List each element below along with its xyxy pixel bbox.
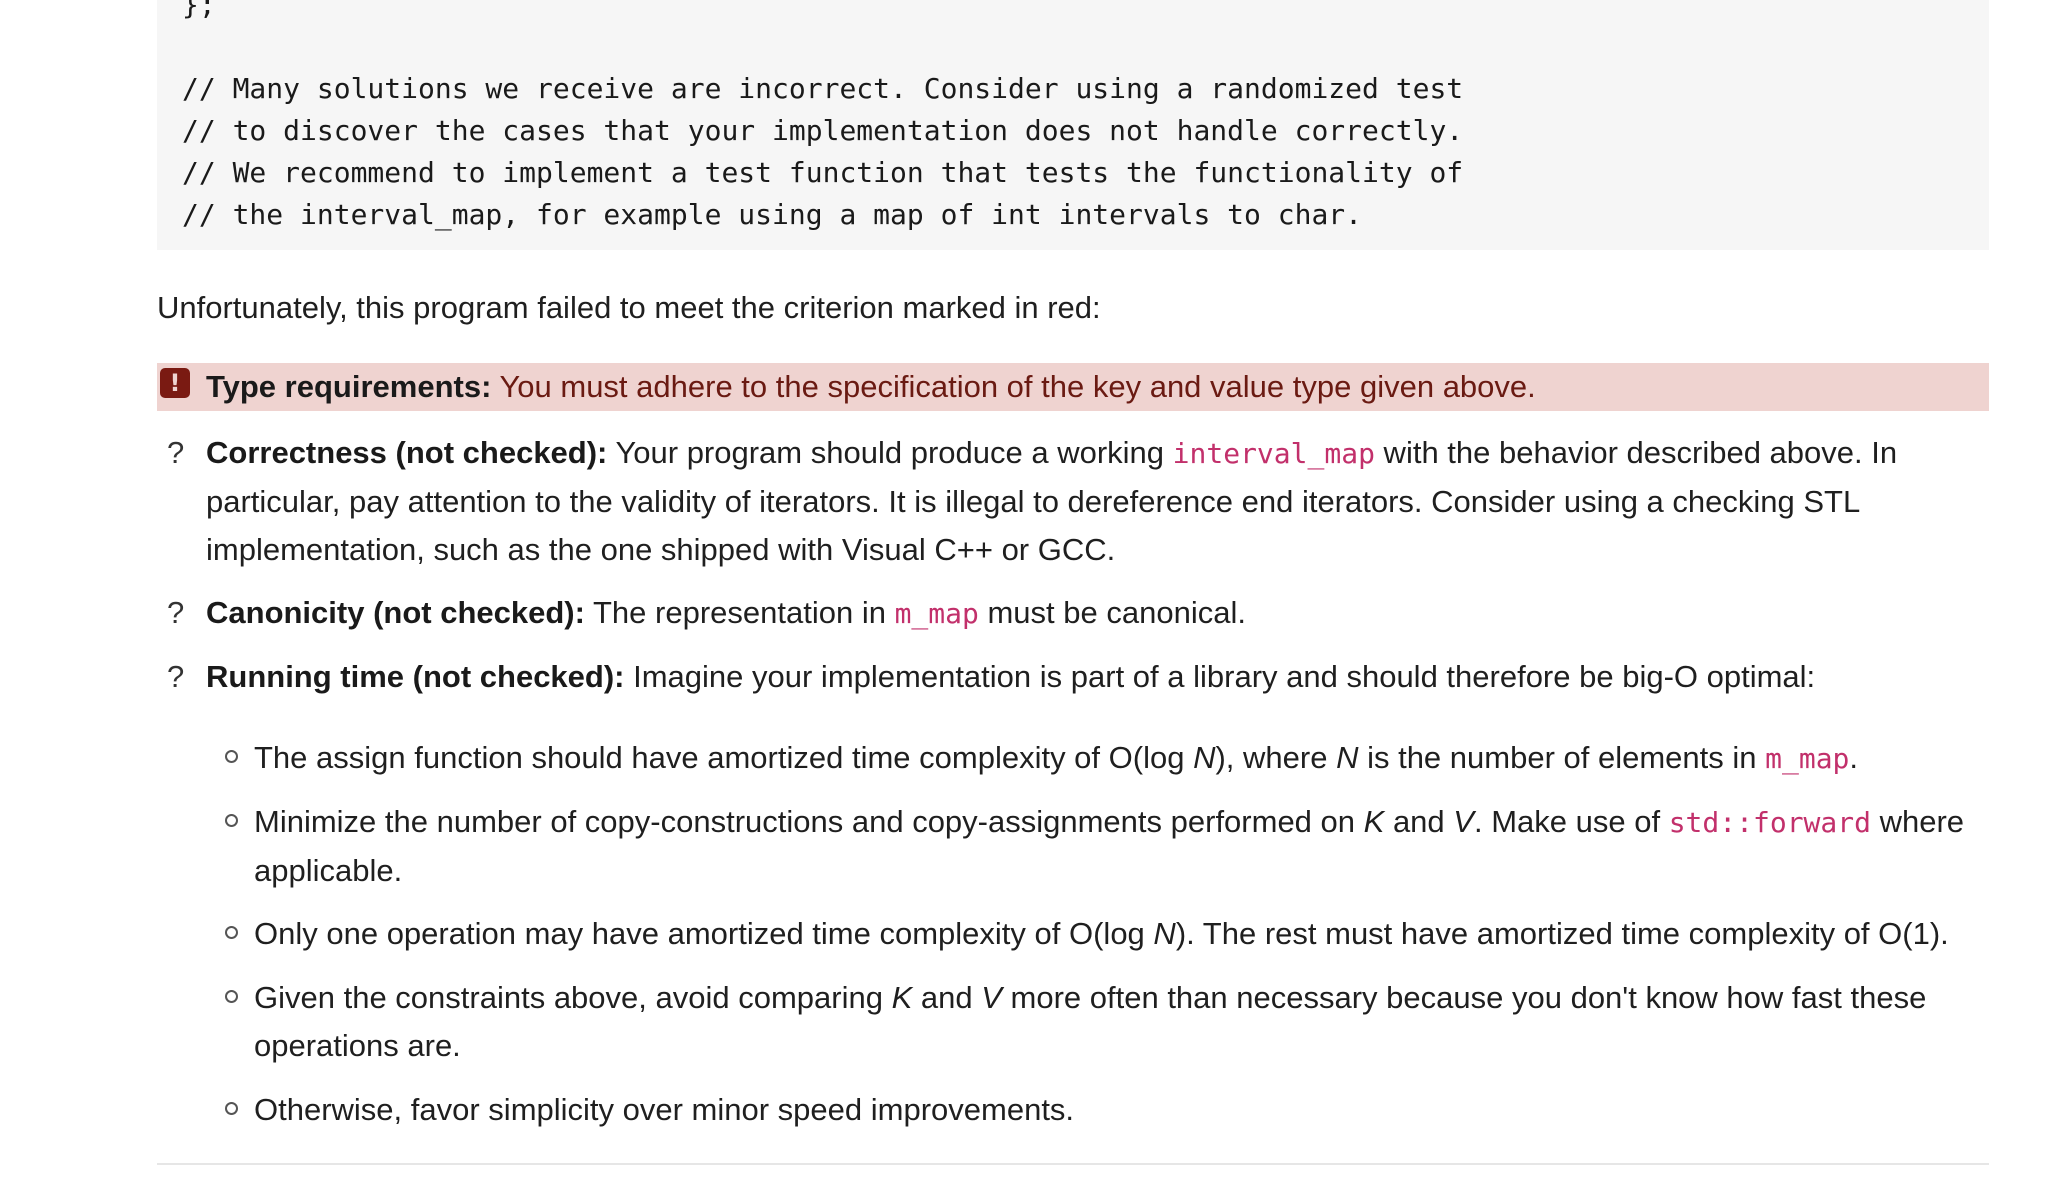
math-var: K bbox=[1363, 804, 1385, 839]
inline-code: m_map bbox=[1765, 742, 1850, 775]
circle-bullet-icon bbox=[225, 926, 238, 939]
divider bbox=[157, 1163, 1989, 1165]
code-text: }; // Many solutions we receive are inco… bbox=[182, 0, 1463, 236]
requirement-item: Given the constraints above, avoid compa… bbox=[205, 974, 1985, 1070]
requirement-item: Otherwise, favor simplicity over minor s… bbox=[205, 1086, 1985, 1134]
requirement-text: . Make use of bbox=[1473, 804, 1669, 839]
requirement-text: Only one operation may have amortized ti… bbox=[254, 916, 1154, 951]
requirement-text: and bbox=[912, 980, 982, 1015]
math-var: V bbox=[981, 980, 1002, 1015]
criterion-correctness: ? Correctness (not checked): Your progra… bbox=[157, 429, 1989, 574]
criterion-title: Canonicity (not checked): bbox=[206, 595, 585, 630]
requirement-item: The assign function should have amortize… bbox=[205, 734, 1985, 783]
question-mark-icon: ? bbox=[167, 659, 185, 694]
criterion-title: Correctness (not checked): bbox=[206, 435, 608, 470]
requirement-text: ), where bbox=[1215, 740, 1337, 775]
failed-criterion-description: You must adhere to the specification of … bbox=[491, 369, 1536, 404]
requirement-text: Given the constraints above, avoid compa… bbox=[254, 980, 892, 1015]
requirement-text: is the number of elements in bbox=[1358, 740, 1766, 775]
inline-code: interval_map bbox=[1172, 437, 1375, 470]
requirement-text: Otherwise, favor simplicity over minor s… bbox=[254, 1092, 1075, 1127]
math-var: N bbox=[1336, 740, 1359, 775]
criterion-running-time: ? Running time (not checked): Imagine yo… bbox=[157, 653, 1989, 701]
requirement-item: Minimize the number of copy-construction… bbox=[205, 798, 1985, 895]
inline-code: m_map bbox=[894, 597, 979, 630]
requirement-item: Only one operation may have amortized ti… bbox=[205, 910, 1985, 958]
code-line: }; bbox=[182, 0, 216, 21]
requirement-text: and bbox=[1384, 804, 1454, 839]
circle-bullet-icon bbox=[225, 990, 238, 1003]
requirement-text: Minimize the number of copy-construction… bbox=[254, 804, 1364, 839]
code-line: // We recommend to implement a test func… bbox=[182, 156, 1464, 189]
exclamation-icon: ! bbox=[160, 368, 190, 398]
result-intro: Unfortunately, this program failed to me… bbox=[157, 290, 1101, 325]
requirement-text: . bbox=[1849, 740, 1859, 775]
question-mark-icon: ? bbox=[167, 595, 185, 630]
circle-bullet-icon bbox=[225, 750, 238, 763]
requirement-text: ). The rest must have amortized time com… bbox=[1175, 916, 1949, 951]
circle-bullet-icon bbox=[225, 1102, 238, 1115]
failed-criterion-title: Type requirements: bbox=[206, 369, 492, 404]
failed-criterion-text: Type requirements: You must adhere to th… bbox=[206, 366, 1536, 408]
math-var: K bbox=[891, 980, 913, 1015]
criterion-text: The representation in bbox=[584, 595, 895, 630]
code-line: // Many solutions we receive are incorre… bbox=[182, 72, 1464, 105]
code-line: // to discover the cases that your imple… bbox=[182, 114, 1464, 147]
criterion-title: Running time (not checked): bbox=[206, 659, 625, 694]
inline-code: std::forward bbox=[1668, 806, 1871, 839]
criterion-text: Your program should produce a working bbox=[607, 435, 1173, 470]
math-var: N bbox=[1153, 916, 1176, 951]
criterion-canonicity: ? Canonicity (not checked): The represen… bbox=[157, 589, 1989, 638]
question-mark-icon: ? bbox=[167, 435, 185, 470]
math-var: N bbox=[1193, 740, 1216, 775]
criterion-text: must be canonical. bbox=[978, 595, 1246, 630]
requirement-text: The assign function should have amortize… bbox=[254, 740, 1194, 775]
failed-criterion: ! Type requirements: You must adhere to … bbox=[157, 363, 1989, 411]
circle-bullet-icon bbox=[225, 814, 238, 827]
math-var: V bbox=[1453, 804, 1474, 839]
criterion-text: Imagine your implementation is part of a… bbox=[624, 659, 1816, 694]
code-block: }; // Many solutions we receive are inco… bbox=[157, 0, 1989, 250]
code-line: // the interval_map, for example using a… bbox=[182, 198, 1363, 231]
